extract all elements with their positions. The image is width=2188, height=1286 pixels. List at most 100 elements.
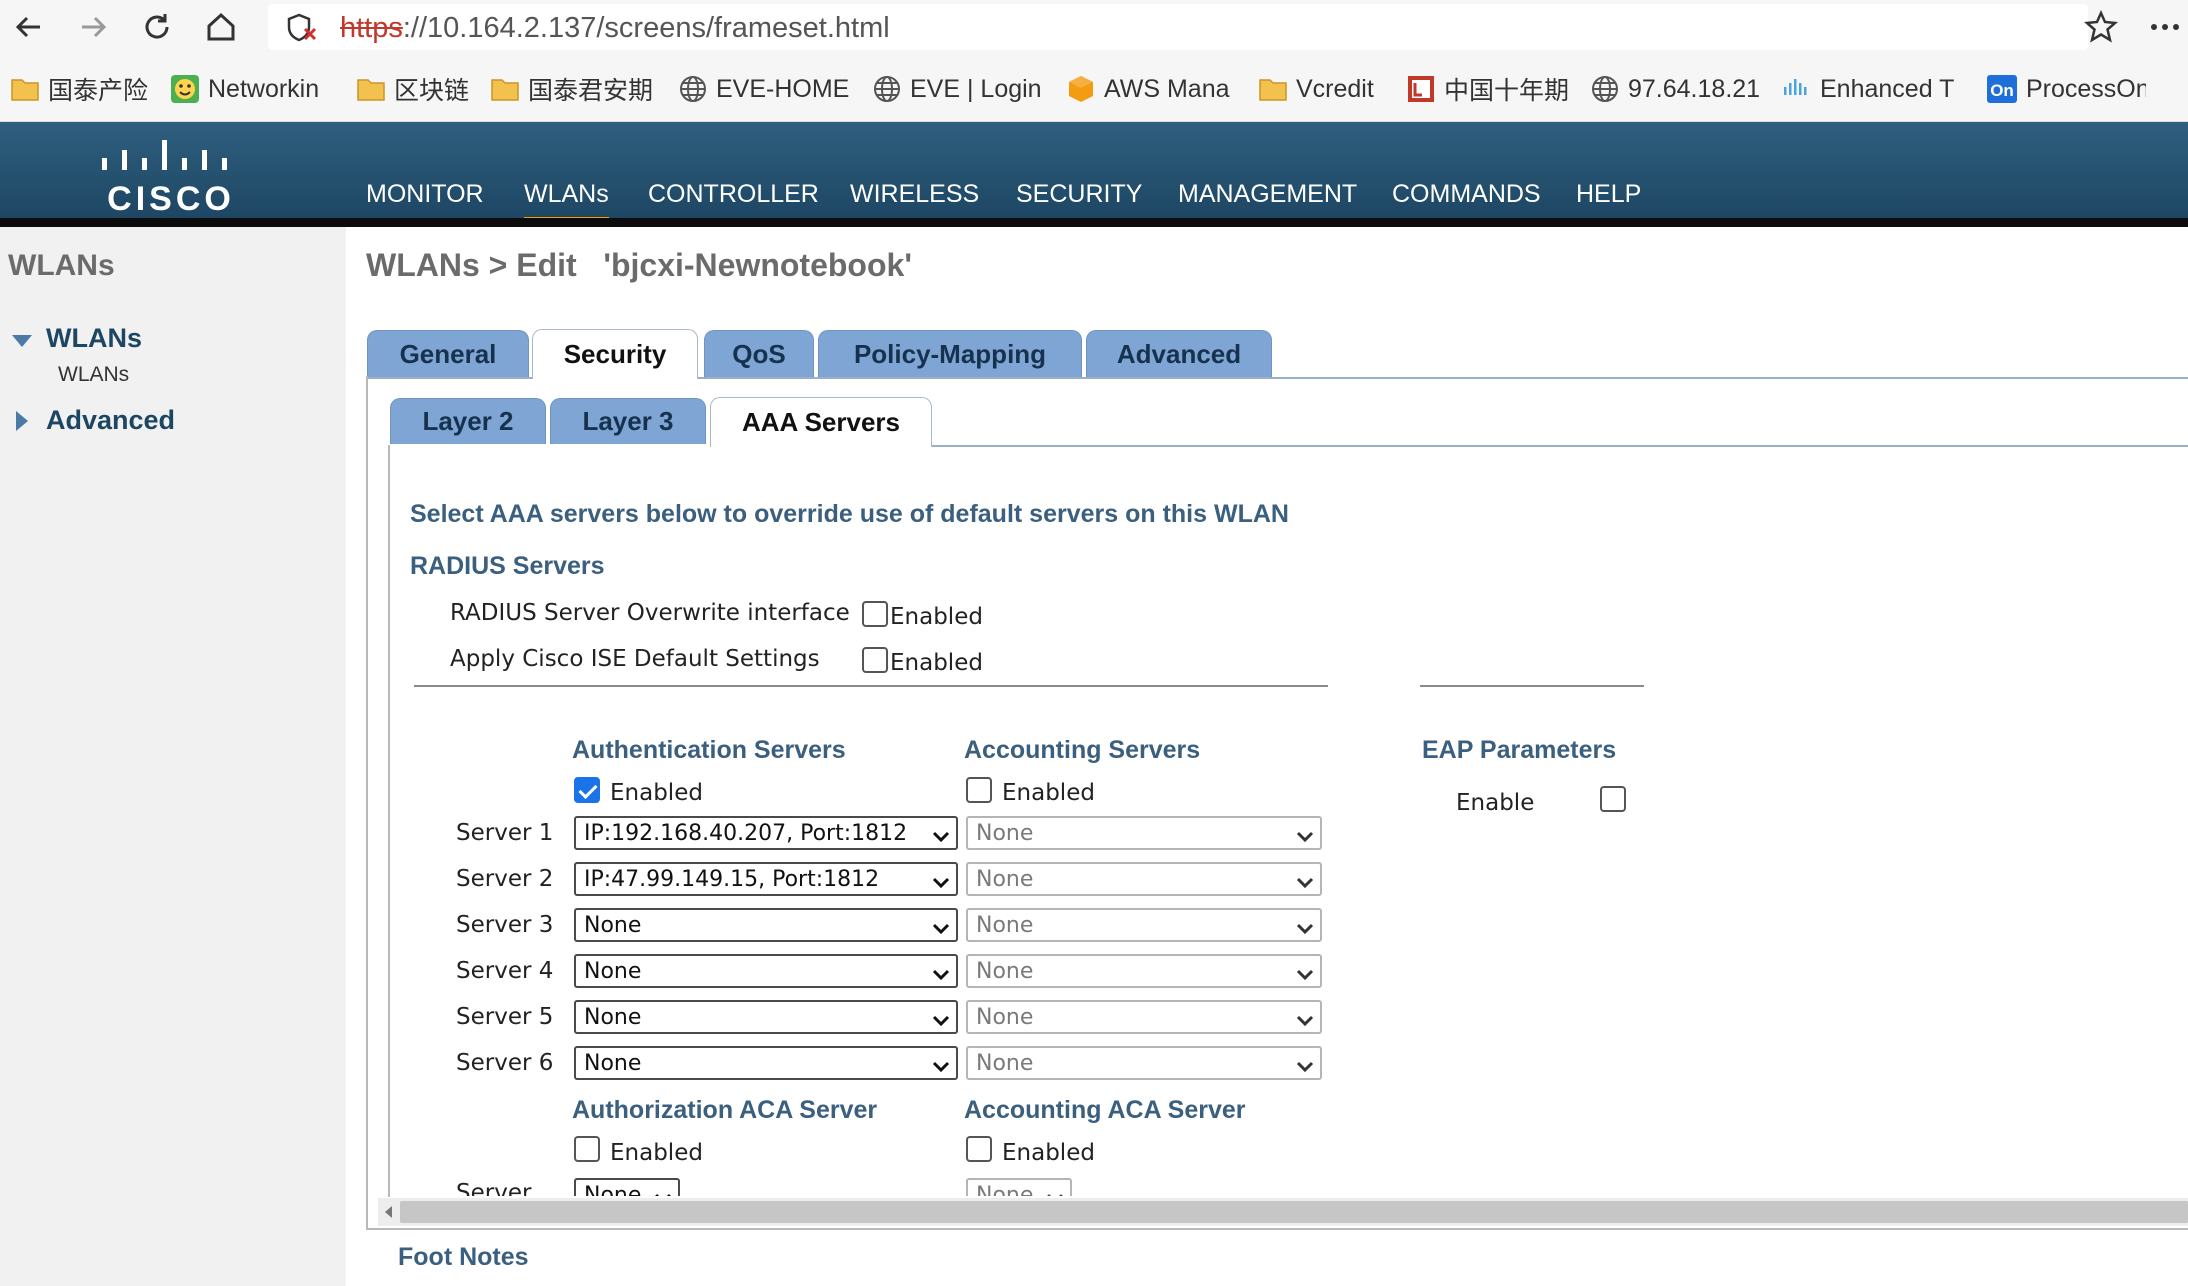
bookmark-label: 国泰产险	[48, 77, 149, 105]
ise-default-label: Apply Cisco ISE Default Settings	[450, 646, 820, 672]
expanded-arrow-icon[interactable]	[12, 335, 32, 347]
chevron-down-icon	[1046, 1187, 1064, 1196]
eap-parameters-heading: EAP Parameters	[1422, 736, 1617, 764]
authz-aca-checkbox[interactable]	[574, 1136, 600, 1162]
intro-text: Select AAA servers below to override use…	[410, 500, 1289, 528]
tab-security[interactable]: Security	[532, 329, 698, 379]
acct-server-5-select[interactable]: None	[966, 1000, 1322, 1034]
left-sidebar: WLANs WLANs WLANs Advanced	[0, 227, 346, 1286]
sidebar-title: WLANs	[8, 249, 115, 282]
bookmark-star-icon[interactable]	[2082, 8, 2120, 46]
chevron-down-icon	[932, 825, 950, 848]
overwrite-interface-checkbox[interactable]	[862, 601, 888, 627]
scrollbar-thumb[interactable]	[400, 1201, 2188, 1223]
bookmark-item[interactable]: 国泰君安期	[490, 72, 660, 106]
bookmark-item[interactable]: EVE | Login	[872, 72, 1047, 106]
sidebar-item-advanced[interactable]: Advanced	[46, 405, 175, 436]
auth-server-3-select[interactable]: None	[574, 908, 958, 942]
menu-wireless[interactable]: WIRELESS	[850, 180, 979, 209]
bookmark-item[interactable]: Vcredit	[1258, 72, 1388, 106]
address-bar[interactable]: https://10.164.2.137/screens/frameset.ht…	[268, 4, 2088, 50]
auth-server-2-select[interactable]: IP:47.99.149.15, Port:1812	[574, 862, 958, 896]
auth-server-1-select[interactable]: IP:192.168.40.207, Port:1812	[574, 816, 958, 850]
header-divider	[0, 218, 2188, 227]
sidebar-item-wlans[interactable]: WLANs	[46, 323, 142, 354]
acct-aca-checkbox[interactable]	[966, 1136, 992, 1162]
auth-enabled-checkbox[interactable]	[574, 777, 600, 803]
scroll-left-icon[interactable]	[382, 1204, 396, 1220]
bookmark-item[interactable]: 区块链	[356, 72, 476, 106]
chevron-down-icon	[1296, 917, 1314, 940]
foot-notes-heading: Foot Notes	[398, 1243, 529, 1271]
server-label: Server 1	[456, 820, 554, 846]
auth-server-6-select[interactable]: None	[574, 1046, 958, 1080]
bookmark-label: Networkin	[208, 74, 320, 103]
acct-server-3-select[interactable]: None	[966, 908, 1322, 942]
chevron-down-icon	[932, 963, 950, 986]
back-icon[interactable]	[10, 8, 48, 46]
acct-aca-enabled-label: Enabled	[1002, 1140, 1095, 1166]
menu-help[interactable]: HELP	[1576, 180, 1641, 209]
acct-server-6-select[interactable]: None	[966, 1046, 1322, 1080]
home-icon[interactable]	[202, 8, 240, 46]
folder-icon	[10, 76, 40, 102]
subtab-layer3[interactable]: Layer 3	[550, 398, 706, 444]
bookmark-item[interactable]: On ProcessOn	[1986, 72, 2146, 106]
smiley-icon	[170, 74, 200, 104]
aca-authz-select[interactable]: None	[574, 1178, 680, 1196]
auth-server-4-select[interactable]: None	[574, 954, 958, 988]
folder-icon	[356, 76, 386, 102]
bookmark-label: Vcredit	[1296, 74, 1374, 103]
bookmark-label: ProcessOn	[2026, 74, 2146, 103]
more-menu-icon[interactable]	[2146, 8, 2184, 46]
menu-controller[interactable]: CONTROLLER	[648, 180, 819, 209]
subtab-layer2[interactable]: Layer 2	[390, 398, 546, 444]
bookmark-item[interactable]: EVE-HOME	[678, 72, 853, 106]
aca-server-row-clip: Server None None	[390, 1170, 2188, 1196]
acct-server-4-select[interactable]: None	[966, 954, 1322, 988]
tab-advanced[interactable]: Advanced	[1086, 330, 1272, 378]
acct-enabled-checkbox[interactable]	[966, 777, 992, 803]
bookmark-item[interactable]: 国泰产险	[10, 72, 160, 106]
bookmark-item[interactable]: AWS Mana	[1066, 72, 1236, 106]
auth-server-5-select[interactable]: None	[574, 1000, 958, 1034]
tab-policy-mapping[interactable]: Policy-Mapping	[818, 330, 1082, 378]
tab-qos[interactable]: QoS	[704, 330, 814, 378]
chevron-down-icon	[654, 1187, 672, 1196]
reload-icon[interactable]	[138, 8, 176, 46]
subtab-aaa-servers[interactable]: AAA Servers	[710, 397, 932, 447]
bookmark-item[interactable]: Enhanced T	[1782, 72, 1972, 106]
bookmark-item[interactable]: 97.64.18.21	[1590, 72, 1760, 106]
server-label: Server 6	[456, 1050, 554, 1076]
ise-default-checkbox[interactable]	[862, 647, 888, 673]
bookmark-label: EVE | Login	[910, 74, 1042, 103]
tab-general[interactable]: General	[367, 330, 529, 378]
on-icon: On	[1986, 74, 2018, 104]
bookmark-item[interactable]: 中国十年期	[1406, 72, 1576, 106]
acct-server-2-select[interactable]: None	[966, 862, 1322, 896]
horizontal-scrollbar[interactable]	[378, 1198, 2188, 1226]
overwrite-interface-label: RADIUS Server Overwrite interface	[450, 600, 850, 626]
svg-text:On: On	[1990, 81, 2014, 100]
server-label: Server 4	[456, 958, 554, 984]
insecure-shield-icon[interactable]	[286, 13, 320, 47]
page-title: WLANs > Edit 'bjcxi-Newnotebook'	[366, 247, 912, 283]
bookmark-label: 区块链	[394, 77, 470, 105]
aca-server-label: Server	[456, 1180, 532, 1196]
menu-wlans[interactable]: WLANs	[524, 180, 609, 223]
server-label: Server 5	[456, 1004, 554, 1030]
menu-security[interactable]: SECURITY	[1016, 180, 1142, 209]
forward-icon[interactable]	[74, 8, 112, 46]
acct-server-1-select[interactable]: None	[966, 816, 1322, 850]
auth-enabled-label: Enabled	[610, 780, 703, 806]
menu-monitor[interactable]: MONITOR	[366, 180, 484, 209]
bookmark-item[interactable]: Networkin	[170, 72, 340, 106]
eap-enable-checkbox[interactable]	[1600, 786, 1626, 812]
sidebar-subitem-wlans[interactable]: WLANs	[58, 363, 129, 387]
bookmark-label: 国泰君安期	[528, 77, 654, 105]
collapsed-arrow-icon[interactable]	[16, 411, 28, 431]
aca-acct-select[interactable]: None	[966, 1178, 1072, 1196]
menu-commands[interactable]: COMMANDS	[1392, 180, 1541, 209]
browser-toolbar: https://10.164.2.137/screens/frameset.ht…	[0, 0, 2188, 54]
menu-management[interactable]: MANAGEMENT	[1178, 180, 1357, 209]
